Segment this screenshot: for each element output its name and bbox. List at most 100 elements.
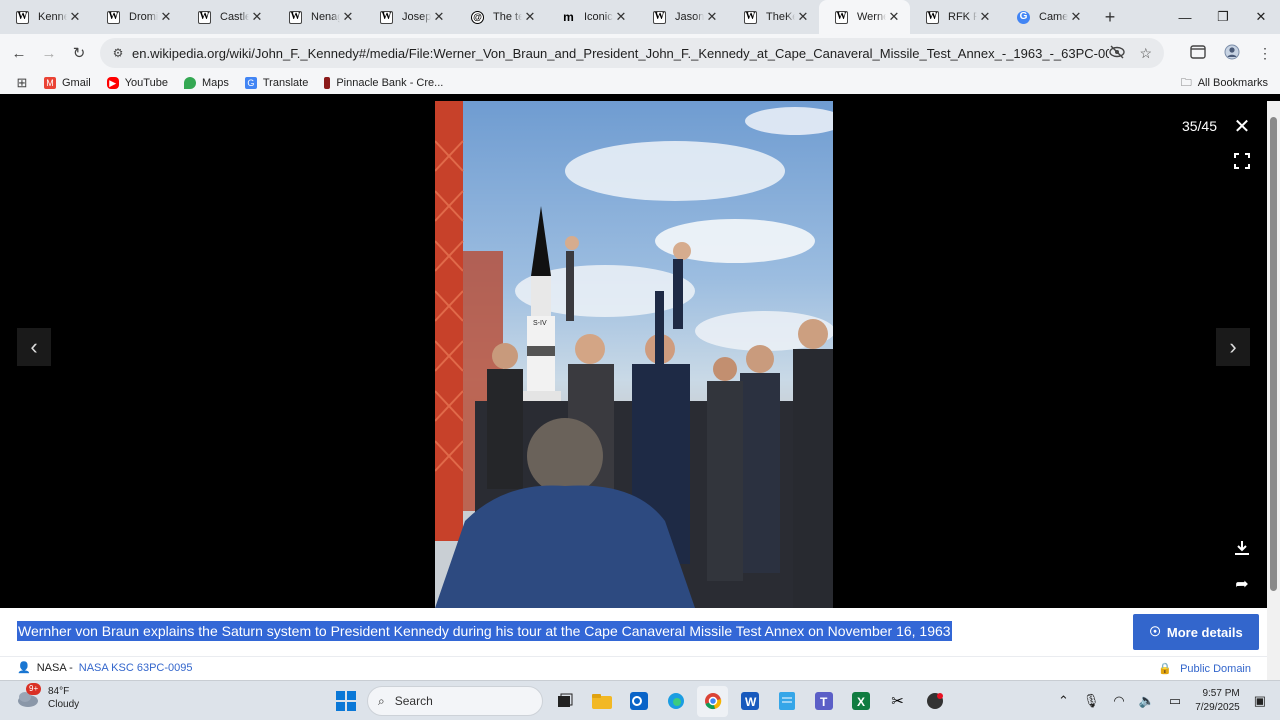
taskbar-search[interactable]: ⌕ Search: [367, 686, 543, 716]
close-tab-icon[interactable]: ✕: [704, 9, 720, 25]
cloudy-icon: 9+: [16, 683, 42, 710]
bookmark-star-icon[interactable]: ☆: [1139, 45, 1152, 62]
tab-9[interactable]: W Werner✕: [819, 0, 910, 34]
reload-icon[interactable]: ↻: [64, 38, 94, 68]
file-explorer-icon[interactable]: [586, 686, 617, 717]
chrome-icon[interactable]: [697, 685, 728, 717]
wikipedia-icon: W: [926, 10, 939, 24]
word-icon[interactable]: W: [734, 686, 765, 717]
edge-icon[interactable]: [660, 686, 691, 717]
close-tab-icon[interactable]: ✕: [522, 9, 538, 25]
maximize-icon[interactable]: ❐: [1204, 0, 1242, 34]
menu-icon[interactable]: ⋮: [1258, 45, 1272, 62]
close-tab-icon[interactable]: ✕: [249, 9, 265, 25]
wikipedia-icon: W: [835, 10, 848, 24]
teams-icon[interactable]: T: [808, 686, 839, 717]
tab-title: Castles: [220, 11, 249, 23]
close-tab-icon[interactable]: ✕: [67, 9, 83, 25]
weather-temp: 84°F: [48, 686, 70, 697]
chevron-up-icon[interactable]: ⌃: [1058, 693, 1069, 709]
tab-8[interactable]: W TheKen✕: [728, 0, 819, 34]
google-icon: G: [1017, 10, 1030, 24]
tab-4[interactable]: W Joseph✕: [364, 0, 455, 34]
weather-widget[interactable]: 9+ 84°F Cloudy: [16, 683, 79, 711]
tab-0[interactable]: W Kennedy✕: [0, 0, 91, 34]
caption-bar: Wernher von Braun explains the Saturn sy…: [0, 608, 1267, 656]
share-icon[interactable]: ➦: [1232, 574, 1252, 594]
scrollbar-thumb[interactable]: [1270, 117, 1277, 591]
threads-icon: @: [471, 10, 484, 24]
svg-text:X: X: [857, 695, 865, 709]
eye-off-icon[interactable]: [1109, 45, 1126, 62]
volume-icon[interactable]: 🔈: [1139, 693, 1155, 709]
author-link[interactable]: NASA KSC 63PC-0095: [79, 662, 193, 674]
tab-title: Joseph: [402, 11, 431, 23]
wifi-icon[interactable]: ◠: [1113, 693, 1124, 709]
all-bookmarks[interactable]: 🗀 All Bookmarks: [1181, 72, 1268, 94]
license-info[interactable]: 🔒 Public Domain: [1158, 662, 1251, 676]
clock[interactable]: 9:57 PM 7/29/2025: [1195, 687, 1240, 715]
notepad-icon[interactable]: [771, 686, 802, 717]
attribution-bar: 👤 NASA - NASA KSC 63PC-0095 🔒 Public Dom…: [0, 656, 1267, 680]
tab-11[interactable]: G Camelo✕: [1001, 0, 1092, 34]
tab-3[interactable]: W Nenagh✕: [273, 0, 364, 34]
tab-1[interactable]: W Dromin✕: [91, 0, 182, 34]
close-tab-icon[interactable]: ✕: [340, 9, 356, 25]
fullscreen-icon[interactable]: [1232, 151, 1252, 171]
previous-image-button[interactable]: ‹: [17, 328, 51, 366]
wikipedia-icon: W: [653, 10, 666, 24]
url-text[interactable]: en.wikipedia.org/wiki/John_F._Kennedy#/m…: [132, 46, 1109, 61]
bookmark-maps[interactable]: Maps: [183, 77, 229, 89]
close-tab-icon[interactable]: ✕: [158, 9, 174, 25]
notification-icon[interactable]: ▣: [1254, 693, 1266, 709]
address-bar[interactable]: ⚙ en.wikipedia.org/wiki/John_F._Kennedy#…: [100, 38, 1164, 68]
tab-7[interactable]: W Jason ✕: [637, 0, 728, 34]
search-icon: ⌕: [378, 693, 385, 708]
forward-icon[interactable]: →: [34, 38, 64, 68]
image-caption[interactable]: Wernher von Braun explains the Saturn sy…: [17, 621, 952, 641]
media-image[interactable]: S-IV: [435, 101, 833, 608]
site-info-icon[interactable]: ⚙: [104, 46, 132, 60]
tab-title: The ten: [493, 11, 522, 23]
close-tab-icon[interactable]: ✕: [613, 9, 629, 25]
close-viewer-icon[interactable]: ✕: [1232, 116, 1252, 138]
excel-icon[interactable]: X: [845, 686, 876, 717]
minimize-icon[interactable]: —: [1166, 0, 1204, 34]
outlook-icon[interactable]: [623, 686, 654, 717]
tab-title: Werner: [857, 11, 886, 23]
start-windows-icon[interactable]: [330, 686, 361, 717]
tab-title: Kennedy: [38, 11, 67, 23]
bookmark-pinnacle-bank[interactable]: Pinnacle Bank - Cre...: [324, 77, 443, 89]
site-m-icon: m: [563, 10, 574, 24]
app-icon[interactable]: [919, 686, 950, 717]
next-image-button[interactable]: ›: [1216, 328, 1250, 366]
tab-5[interactable]: @ The ten✕: [455, 0, 546, 34]
back-icon[interactable]: ←: [4, 38, 34, 68]
extensions-icon[interactable]: [1224, 44, 1240, 63]
svg-text:W: W: [745, 695, 757, 709]
tab-10[interactable]: W RFK Po✕: [910, 0, 1001, 34]
snipping-tool-icon[interactable]: ✂: [882, 686, 913, 717]
more-details-button[interactable]: ☉ More details: [1133, 614, 1259, 650]
tab-title: Iconic: [584, 11, 613, 23]
close-tab-icon[interactable]: ✕: [886, 9, 902, 25]
tab-6[interactable]: m Iconic ✕: [546, 0, 637, 34]
battery-icon[interactable]: ▭: [1169, 693, 1181, 709]
bookmark-youtube[interactable]: ▶ YouTube: [106, 77, 168, 89]
tab-title: Nenagh: [311, 11, 340, 23]
close-tab-icon[interactable]: ✕: [795, 9, 811, 25]
close-tab-icon[interactable]: ✕: [1068, 9, 1084, 25]
task-view-icon[interactable]: [549, 686, 580, 717]
apps-grid-icon[interactable]: ⊞: [0, 75, 44, 91]
microphone-icon[interactable]: 🎙: [1083, 693, 1100, 709]
download-icon[interactable]: [1232, 538, 1252, 558]
close-tab-icon[interactable]: ✕: [977, 9, 993, 25]
close-window-icon[interactable]: ✕: [1242, 0, 1280, 34]
bookmark-gmail[interactable]: M Gmail: [44, 77, 91, 89]
tab-2[interactable]: W Castles✕: [182, 0, 273, 34]
close-tab-icon[interactable]: ✕: [431, 9, 447, 25]
bookmark-translate[interactable]: G Translate: [244, 77, 308, 89]
tab-search-icon[interactable]: [1190, 44, 1206, 62]
page-scrollbar[interactable]: [1267, 101, 1280, 680]
new-tab-button[interactable]: +: [1096, 7, 1124, 28]
